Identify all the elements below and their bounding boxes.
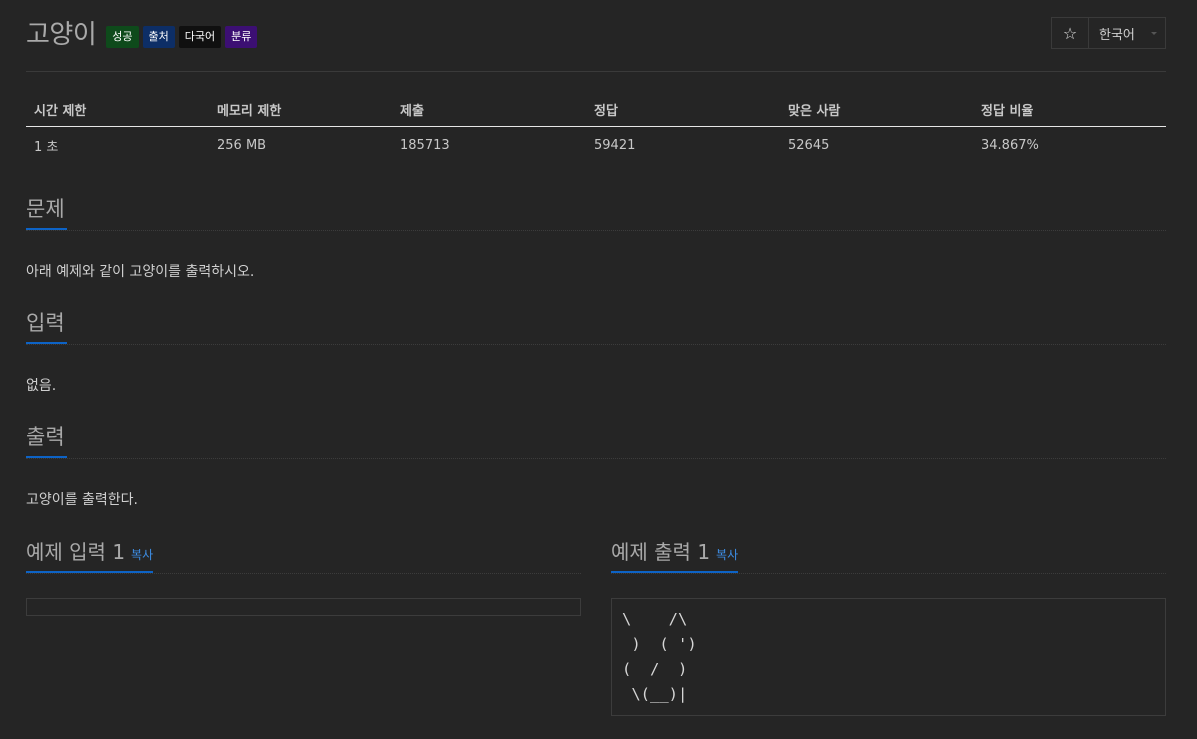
output-description: 고양이를 출력한다. xyxy=(26,492,138,508)
sample-input-box[interactable] xyxy=(26,598,581,616)
badge-multilingual[interactable]: 다국어 xyxy=(178,25,222,48)
caret-down-icon xyxy=(1151,32,1157,35)
table-row: 1 초 256 MB 185713 59421 52645 34.867% xyxy=(26,127,1166,164)
copy-input-button[interactable]: 복사 xyxy=(131,548,153,562)
sample-input-title-wrap: 예제 입력 1 복사 xyxy=(26,537,154,573)
solved-users-value[interactable]: 52645 xyxy=(780,127,973,164)
badge-classification[interactable]: 분류 xyxy=(225,25,258,48)
problem-info-table: 시간 제한 메모리 제한 제출 정답 맞은 사람 정답 비율 1 초 256 M… xyxy=(26,92,1166,163)
problem-page: 고양이 성공 출처 다국어 분류 ☆ 한국어 시간 제한 메모리 제한 제출 정… xyxy=(0,0,1197,739)
table-header-row: 시간 제한 메모리 제한 제출 정답 맞은 사람 정답 비율 xyxy=(26,92,1166,127)
input-section-header: 입력 xyxy=(26,308,1166,345)
time-limit-value: 1 초 xyxy=(34,139,59,155)
sample-output-content: \ /\ ) ( ') ( / ) \(__)| xyxy=(622,610,697,703)
copy-output-button[interactable]: 복사 xyxy=(716,548,738,562)
accepted-value: 59421 xyxy=(594,137,636,153)
problem-toolbar: ☆ 한국어 xyxy=(1051,17,1166,49)
badge-success[interactable]: 성공 xyxy=(106,25,139,48)
header-accepted: 정답 xyxy=(586,92,780,127)
sample-output-title-wrap: 예제 출력 1 복사 xyxy=(611,537,739,573)
sample-input-title: 예제 입력 1 xyxy=(26,540,126,564)
header-solved-users: 맞은 사람 xyxy=(780,92,973,127)
output-section-header: 출력 xyxy=(26,422,1166,459)
star-icon: ☆ xyxy=(1062,23,1078,43)
header-time-limit: 시간 제한 xyxy=(26,92,209,127)
memory-limit-value: 256 MB xyxy=(217,137,267,153)
input-description: 없음. xyxy=(26,378,57,394)
output-section-title: 출력 xyxy=(26,422,67,458)
header-submissions: 제출 xyxy=(392,92,586,127)
language-dropdown[interactable]: 한국어 xyxy=(1089,17,1166,49)
submissions-value: 185713 xyxy=(400,137,450,153)
badge-source[interactable]: 출처 xyxy=(142,25,175,48)
header-acceptance-rate: 정답 비율 xyxy=(973,92,1166,127)
language-label: 한국어 xyxy=(1099,27,1135,43)
sample-input-header: 예제 입력 1 복사 xyxy=(26,537,581,574)
input-section-title: 입력 xyxy=(26,308,67,344)
title-row: 고양이 성공 출처 다국어 분류 xyxy=(26,14,261,51)
header-memory-limit: 메모리 제한 xyxy=(209,92,392,127)
page-title: 고양이 xyxy=(26,20,97,50)
problem-section-header: 문제 xyxy=(26,194,1166,231)
problem-section-title: 문제 xyxy=(26,194,67,230)
sample-output-header: 예제 출력 1 복사 xyxy=(611,537,1166,574)
sample-output-box[interactable]: \ /\ ) ( ') ( / ) \(__)| xyxy=(611,598,1166,716)
acceptance-rate-value: 34.867% xyxy=(981,137,1039,153)
favorite-button[interactable]: ☆ xyxy=(1051,17,1089,49)
problem-description: 아래 예제와 같이 고양이를 출력하시오. xyxy=(26,264,255,280)
sample-output-title: 예제 출력 1 xyxy=(611,540,711,564)
divider xyxy=(26,71,1166,72)
